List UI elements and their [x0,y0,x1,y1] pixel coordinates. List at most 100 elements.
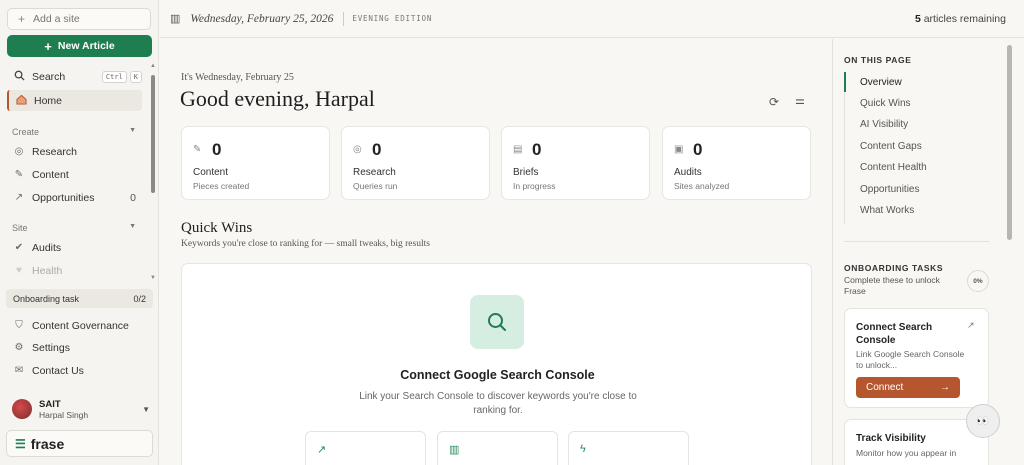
top-bar: ▥ Wednesday, February 25, 2026 EVENING E… [160,0,1024,38]
connect-button[interactable]: Connect → [856,377,960,398]
onboarding-tasks-subtitle: Complete these to unlock Frase [844,275,940,296]
sidebar: + Add a site + New Article Search Ctrl K… [0,0,159,465]
sidebar-item-opportunities[interactable]: ↗ Opportunities 0 [7,187,142,208]
scroll-down-arrow[interactable]: ▼ [150,275,156,281]
stat-card-research[interactable]: ◎ 0 Research Queries run [341,126,490,200]
sidebar-item-audits[interactable]: ✔ Audits [7,237,142,258]
mail-icon: ✉ [14,365,24,376]
stat-sub: In progress [513,181,556,191]
user-info: SAIT Harpal Singh [39,399,88,420]
sidebar-scrollbar[interactable] [151,75,155,193]
stat-sub: Queries run [353,181,398,191]
toc-quick-wins[interactable]: Quick Wins [860,98,911,109]
connect-label: Connect [866,382,904,393]
trend-up-icon: ↗ [14,192,24,203]
sidebar-item-search[interactable]: Search Ctrl K [7,66,142,87]
stat-value: 0 [532,140,542,159]
main-content: It's Wednesday, February 25 Good evening… [160,39,832,465]
shield-icon: ⛉ [15,320,23,331]
sidebar-item-content-governance[interactable]: ⛉ Content Governance [7,315,142,336]
right-rail: ON THIS PAGE Overview Quick Wins AI Visi… [832,39,1024,465]
assistant-mascot-icon[interactable]: 👀 [966,404,1000,438]
sidebar-item-content[interactable]: ✎ Content [7,164,142,185]
remaining-text: articles remaining [923,12,1006,25]
feature-card-chart: ▥ [437,431,558,465]
feature-card-bolt: ϟ [568,431,689,465]
sidebar-toggle-icon[interactable]: ▥ [170,12,180,25]
section-label: Create [12,127,40,137]
new-article-label: New Article [57,40,115,52]
trend-up-icon: ↗ [317,444,327,456]
heart-icon: ♥ [16,265,22,276]
add-site-label: Add a site [33,13,80,25]
stat-sub: Sites analyzed [674,181,730,191]
section-create[interactable]: Create ▼ [12,127,136,137]
lightning-icon: ϟ [580,443,586,455]
section-site[interactable]: Site ▼ [12,223,136,233]
kbd-ctrl: Ctrl [101,70,127,83]
task-title: Track Visibility [856,433,926,444]
opportunities-count: 0 [130,191,136,204]
onboarding-task-strip[interactable]: Onboarding task 0/2 [6,289,153,308]
stat-card-content[interactable]: ✎ 0 Content Pieces created [181,126,330,200]
user-org: SAIT [39,398,61,410]
toc-track [844,74,845,224]
on-this-page-heading: ON THIS PAGE [844,55,912,65]
chevron-down-icon: ▼ [129,223,136,230]
edition-label: EVENING EDITION [352,14,433,23]
feather-icon: ✎ [193,144,202,155]
refresh-icon[interactable]: ⟳ [769,95,779,109]
toc-what-works[interactable]: What Works [860,205,914,216]
brand-name: frase [30,435,65,452]
sidebar-item-research[interactable]: ◎ Research [7,141,142,162]
articles-remaining: 5 articles remaining [915,13,1006,25]
sidebar-item-home[interactable]: Home [7,90,142,111]
toc-overview[interactable]: Overview [860,77,902,88]
feather-icon: ✎ [14,169,24,180]
avatar [12,399,32,419]
task-title: Connect Search Console [856,322,933,346]
compass-icon: ◎ [353,144,362,155]
rail-scrollbar[interactable] [1007,45,1012,240]
brand-logo: ☰ frase [6,430,153,457]
toc-content-health[interactable]: Content Health [860,162,927,173]
sidebar-item-label: Settings [32,341,70,354]
new-article-button[interactable]: + New Article [7,35,152,57]
frase-logo-icon: ☰ [15,436,26,451]
toc-content-gaps[interactable]: Content Gaps [860,141,922,152]
chevron-down-icon: ▼ [142,404,150,414]
sidebar-item-label: Research [32,145,77,158]
sidebar-item-health[interactable]: ♥ Health [7,260,142,281]
sidebar-item-label: Opportunities [32,191,95,204]
sidebar-item-label: Search [32,70,66,83]
chevron-down-icon: ▼ [129,127,136,134]
task-card-connect-search-console[interactable]: Connect Search Console ↗ Link Google Sea… [844,308,989,408]
audit-check-icon: ✔ [14,242,24,253]
stat-value: 0 [212,140,222,159]
user-name: Harpal Singh [39,409,89,420]
add-site-button[interactable]: + Add a site [7,8,151,30]
scroll-up-arrow[interactable]: ▲ [150,63,156,69]
sidebar-item-contact-us[interactable]: ✉ Contact Us [7,360,142,381]
edition-date: Wednesday, February 25, 2026 [190,12,334,25]
toc-opportunities[interactable]: Opportunities [860,184,919,195]
quick-wins-subtitle: Keywords you're close to ranking for — s… [181,239,430,249]
stat-label: Audits [674,167,702,178]
divider [343,11,345,26]
sidebar-item-label: Audits [32,241,62,254]
search-icon [13,70,25,84]
shortcut-hint: Ctrl K [101,70,142,83]
search-icon [470,295,524,349]
user-menu[interactable]: SAIT Harpal Singh ▼ [12,396,150,422]
sliders-icon[interactable]: ⚌ [795,94,805,107]
stat-value: 0 [372,140,382,159]
stat-card-briefs[interactable]: ▤ 0 Briefs In progress [501,126,650,200]
connect-search-console-card: Connect Google Search Console Link your … [181,263,812,465]
onboarding-tasks-heading: ONBOARDING TASKS [844,263,944,273]
kbd-k: K [129,70,142,83]
stat-card-audits[interactable]: ▣ 0 Audits Sites analyzed [662,126,811,200]
page-title: Good evening, Harpal [180,86,375,111]
toc-ai-visibility[interactable]: AI Visibility [860,119,908,130]
stat-label: Content [193,167,229,178]
sidebar-item-settings[interactable]: ⚙ Settings [7,337,142,358]
